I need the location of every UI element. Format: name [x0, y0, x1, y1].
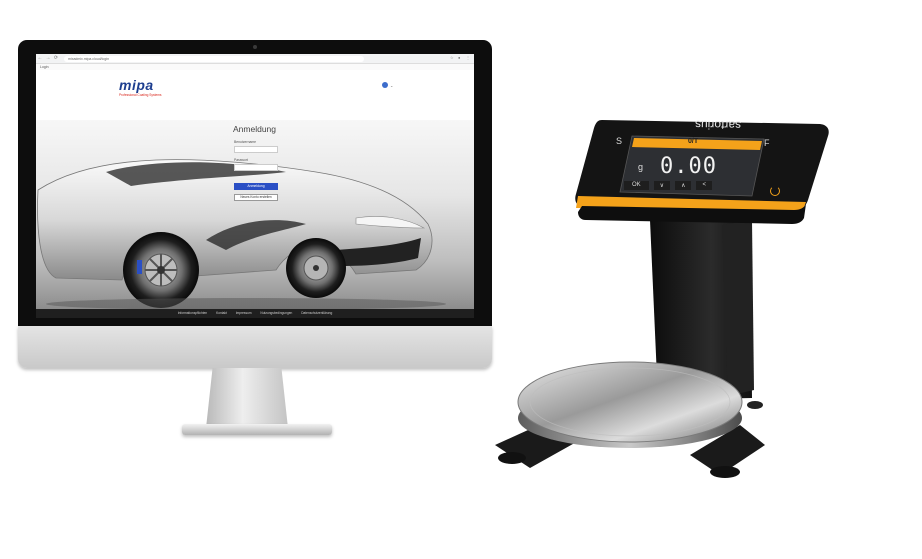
monitor-screen: ← → ⟳ mixadmix.mipa.cloud/login ☆ ● ⋮ Lo…	[36, 54, 474, 318]
tab-title: Login	[40, 65, 49, 69]
scale-brand: sartorius	[694, 117, 742, 133]
username-input[interactable]	[234, 146, 278, 153]
scale-header-label: 0/T	[688, 138, 699, 145]
monitor-stand-base	[182, 424, 332, 435]
footer-link[interactable]: Impressum	[236, 311, 252, 315]
language-selector[interactable]: ⌄	[382, 82, 393, 88]
monitor-stand-neck	[206, 368, 288, 428]
login-title: Anmeldung	[233, 124, 277, 134]
scale-key-ok[interactable]: OK	[624, 181, 649, 190]
login-button[interactable]: Anmeldung	[234, 183, 278, 190]
scale-unit: g	[638, 162, 644, 172]
menu-icon[interactable]: ⋮	[466, 55, 471, 60]
scale-keypad: OK ∨ ∧ <	[624, 181, 712, 190]
scale-left-key[interactable]: S	[616, 136, 622, 146]
imac-monitor: ← → ⟳ mixadmix.mipa.cloud/login ☆ ● ⋮ Lo…	[18, 40, 492, 368]
password-input[interactable]	[234, 164, 278, 171]
register-button[interactable]: Neues Konto erstellen	[234, 194, 278, 201]
scale-key-down[interactable]: ∨	[653, 181, 671, 190]
star-icon[interactable]: ☆	[450, 55, 455, 60]
scale-key-back[interactable]: <	[696, 181, 712, 190]
camera-dot	[253, 45, 257, 49]
footer-link[interactable]: Nutzungsbedingungen	[260, 311, 292, 315]
scale-key-up[interactable]: ∧	[675, 181, 692, 190]
username-label: Benutzername	[234, 140, 257, 144]
mipa-logo[interactable]: mipa Professional Coating Systems	[119, 78, 165, 102]
footer-link[interactable]: Kontakt	[216, 311, 227, 315]
profile-icon[interactable]: ●	[458, 55, 463, 60]
scale-display-value: 0.00	[660, 154, 717, 179]
logo-tagline: Professional Coating Systems	[119, 93, 162, 97]
scale-right-key[interactable]: F	[764, 138, 770, 148]
monitor-bezel: ← → ⟳ mixadmix.mipa.cloud/login ☆ ● ⋮ Lo…	[18, 40, 492, 326]
reload-button[interactable]: ⟳	[52, 54, 60, 63]
forward-button[interactable]: →	[44, 54, 52, 63]
password-label: Passwort	[234, 158, 248, 162]
globe-icon	[382, 82, 388, 88]
address-bar[interactable]: mixadmix.mipa.cloud/login	[64, 55, 364, 62]
footer-link[interactable]: Datenschutzerklärung	[301, 311, 332, 315]
page-footer: Informationspflichten Kontakt Impressum …	[36, 309, 474, 318]
sartorius-scale: sartorius S F 0/T 0.00 g OK ∨ ∧ <	[490, 100, 830, 510]
browser-toolbar: ← → ⟳ mixadmix.mipa.cloud/login ☆ ● ⋮	[36, 54, 474, 64]
power-icon[interactable]	[770, 186, 780, 196]
page-header	[36, 70, 474, 110]
footer-link[interactable]: Informationspflichten	[178, 311, 207, 315]
logo-text: mipa	[119, 77, 154, 93]
back-button[interactable]: ←	[36, 54, 44, 63]
monitor-chin	[18, 326, 492, 368]
chevron-down-icon: ⌄	[390, 82, 394, 88]
